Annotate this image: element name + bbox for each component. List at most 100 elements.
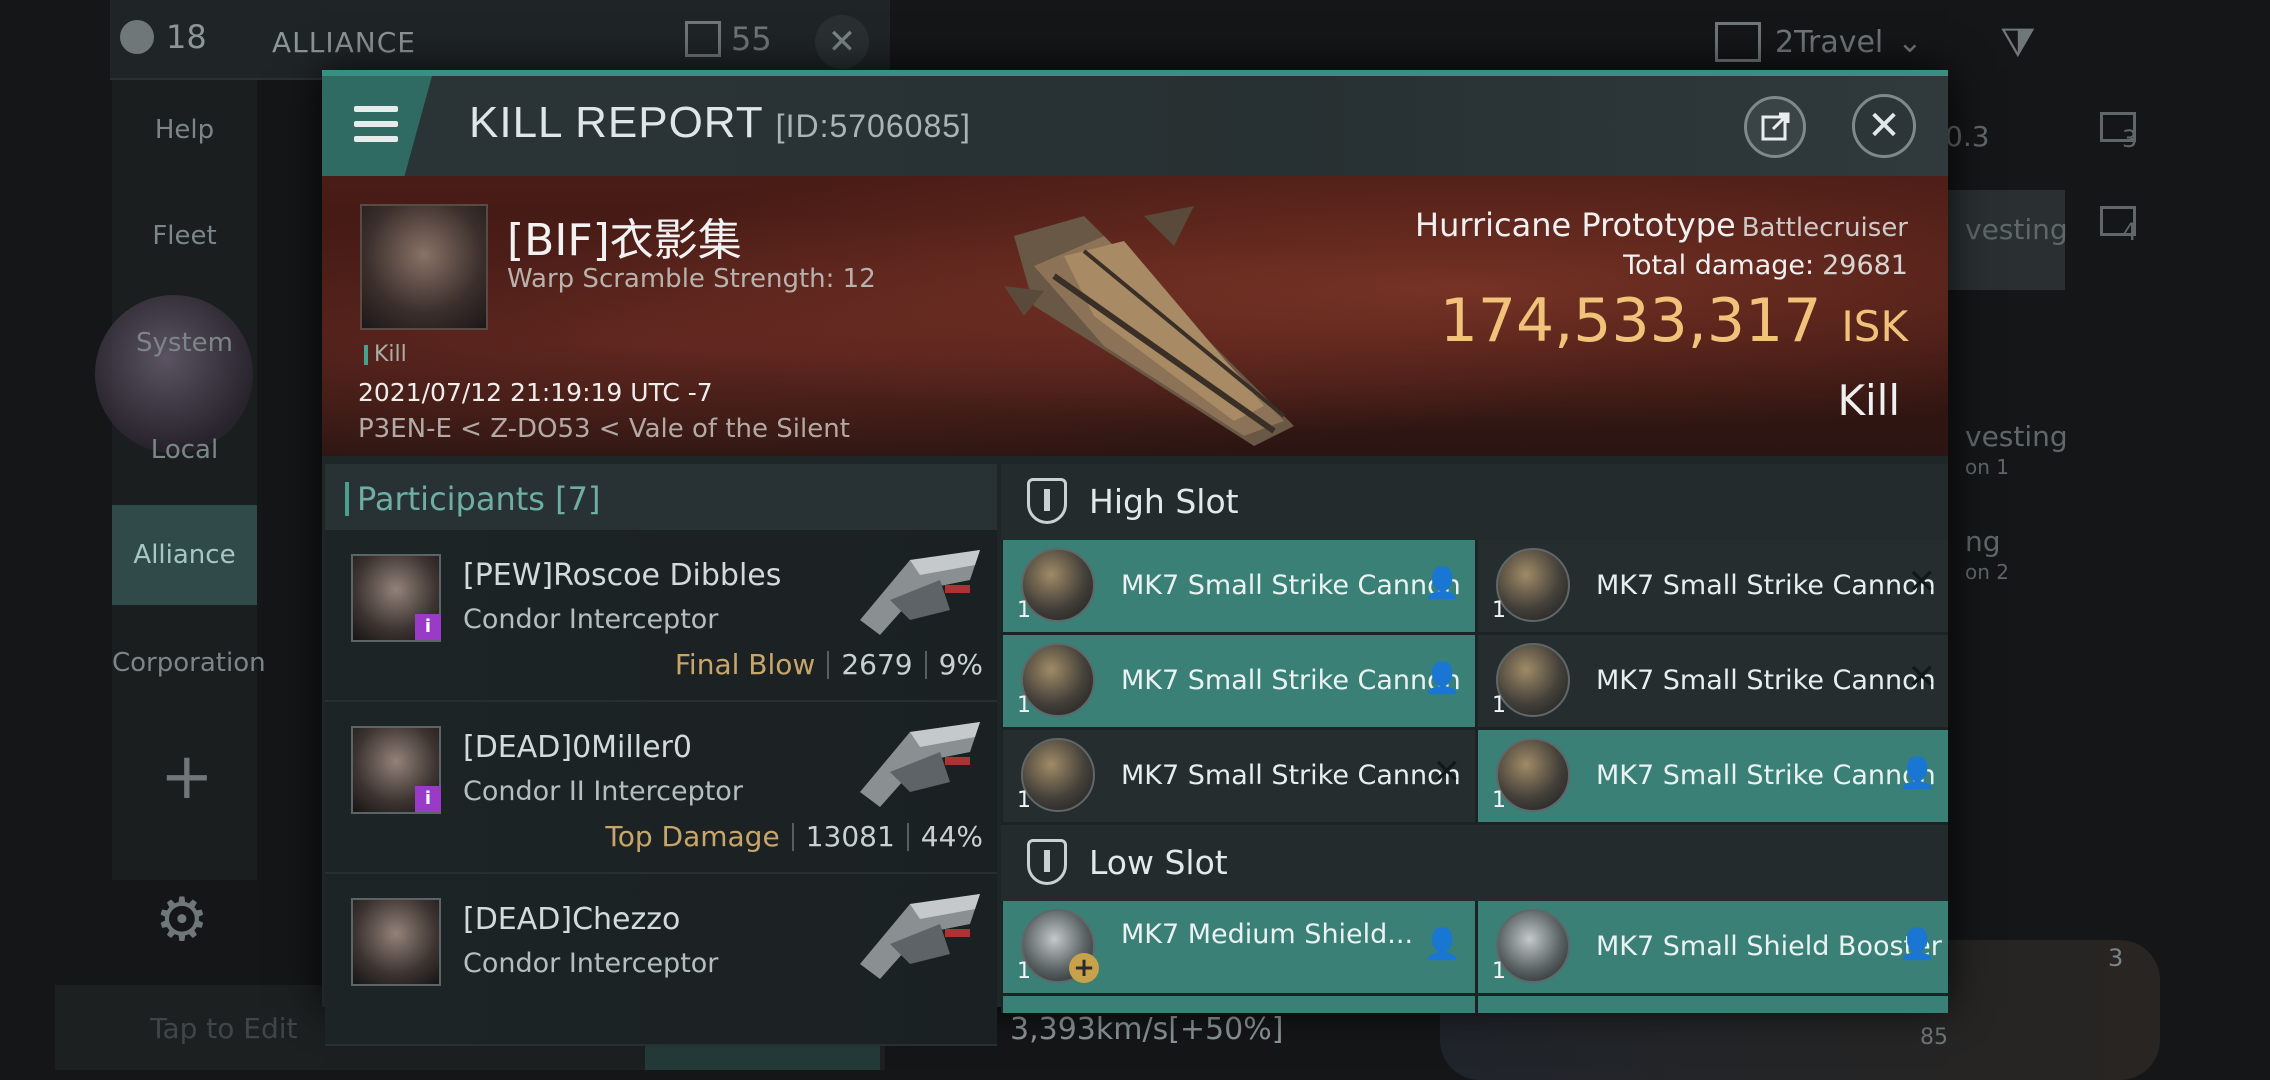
shield-booster-icon	[1496, 909, 1570, 983]
participant-damage: 13081	[805, 820, 895, 853]
right-label: vesting	[1965, 420, 2068, 453]
victim-ship-name: Hurricane Prototype	[1415, 206, 1736, 244]
participants-panel[interactable]: Participants [7] i [PEW]Roscoe Dibbles C…	[325, 464, 997, 1046]
right-label: on 2	[1965, 560, 2009, 584]
total-damage-value: 29681	[1822, 250, 1908, 281]
stats-divider	[924, 650, 927, 679]
chat-close-button[interactable]: ✕	[815, 15, 869, 69]
participant-name: [DEAD]Chezzo	[463, 902, 681, 937]
sidebar-item-fleet[interactable]: Fleet	[112, 186, 257, 286]
victim-pilot-name[interactable]: [BIF]衣影集	[507, 204, 742, 268]
high-slot-modules: 1 MK7 Small Strike Cannon 👤 1 MK7 Small …	[1001, 540, 1948, 825]
member-count[interactable]: 18	[120, 18, 207, 56]
destroyed-icon: ✕	[1432, 752, 1462, 792]
participants-title: Participants [7]	[357, 480, 601, 518]
chevron-down-icon: ⌄	[1897, 24, 1923, 60]
module-qty: 1	[1492, 959, 1506, 984]
module-qty: 1	[1017, 788, 1031, 813]
module-slot[interactable]: 1 MK7 Small Strike Cannon 👤	[1003, 635, 1475, 727]
right-label: 0.3	[1945, 120, 1990, 153]
share-button[interactable]	[1744, 96, 1806, 158]
participant-portrait[interactable]	[351, 898, 441, 986]
total-damage-label: Total damage:	[1623, 250, 1815, 281]
module-name: MK7 Medium Shield...	[1121, 919, 1414, 950]
participant-row[interactable]: [DEAD]Chezzo Condor Interceptor	[325, 874, 997, 1046]
isk-value: 174,533,317 ISK	[1440, 286, 1908, 356]
share-icon	[1761, 112, 1790, 141]
module-slot[interactable]: 1 MK7 Small Shield Booster 👤	[1478, 901, 1948, 993]
module-qty: 1	[1492, 788, 1506, 813]
menu-button[interactable]	[322, 76, 432, 176]
participants-header-bar	[345, 482, 349, 516]
participant-damage: 2679	[841, 648, 913, 681]
participant-name: [PEW]Roscoe Dibbles	[463, 558, 782, 593]
cannon-icon	[1021, 738, 1095, 812]
sidebar-item-corporation[interactable]: Corporation	[112, 613, 266, 713]
sidebar-item-alliance[interactable]: Alliance	[112, 505, 257, 605]
module-slot[interactable]: + 1 MK7 Medium Shield... 👤	[1003, 901, 1475, 993]
victim-portrait[interactable]	[360, 204, 488, 330]
isk-amount: 174,533,317	[1439, 286, 1822, 356]
module-slot[interactable]: 1 MK7 Small Strike Cannon 👤	[1478, 730, 1948, 822]
info-badge-icon: i	[415, 786, 441, 812]
cannon-icon	[1496, 738, 1570, 812]
module-slot-partial[interactable]	[1478, 996, 1948, 1013]
top-damage-tag: Top Damage	[605, 820, 780, 853]
chat-channel-title: ALLIANCE	[272, 26, 416, 59]
sidebar-item-help[interactable]: Help	[112, 80, 257, 180]
dialog-title: KILL REPORT [ID:5706085]	[469, 98, 971, 148]
stats-divider	[791, 822, 794, 851]
cannon-icon	[1496, 643, 1570, 717]
stats-divider	[906, 822, 909, 851]
gear-icon[interactable]: ⚙	[155, 885, 209, 955]
warp-scramble-strength: Warp Scramble Strength: 12	[507, 264, 876, 294]
isk-unit: ISK	[1841, 302, 1908, 351]
module-slot[interactable]: 1 MK7 Small Strike Cannon 👤	[1003, 540, 1475, 632]
participants-header: Participants [7]	[325, 464, 997, 530]
participant-percent: 44%	[920, 820, 983, 853]
filter-icon[interactable]: ⧩	[2000, 20, 2036, 66]
participant-row[interactable]: i [PEW]Roscoe Dibbles Condor Interceptor…	[325, 530, 997, 702]
victim-ship[interactable]: Hurricane Prototype Battlecruiser	[1415, 206, 1908, 244]
participant-percent: 9%	[938, 648, 983, 681]
low-slot-modules: + 1 MK7 Medium Shield... 👤 1 MK7 Small S…	[1001, 901, 1948, 1013]
close-button[interactable]: ✕	[1852, 94, 1916, 158]
module-slot[interactable]: 1 MK7 Small Strike Cannon ✕	[1003, 730, 1475, 822]
participant-row[interactable]: i [DEAD]0Miller0 Condor II Interceptor T…	[325, 702, 997, 874]
kill-tag-bar	[364, 344, 368, 365]
sidebar-item-system[interactable]: System	[112, 293, 257, 393]
participant-stats: Top Damage 13081 44%	[605, 820, 983, 853]
ship-speed: 3,393km/s[+50%]	[1010, 1012, 1284, 1047]
pilot-icon: 👤	[1898, 756, 1936, 791]
victim-banner: [BIF]衣影集 Warp Scramble Strength: 12 Kill…	[322, 176, 1948, 456]
participant-ship: Condor II Interceptor	[463, 776, 743, 807]
kill-report-dialog: KILL REPORT [ID:5706085] ✕ [BIF]衣影集 Warp …	[322, 70, 1948, 1046]
kill-result: Kill	[1837, 376, 1900, 425]
module-name: MK7 Small Strike Cannon	[1596, 665, 1936, 696]
pilot-icon: 👤	[1423, 927, 1461, 962]
module-slot-partial[interactable]	[1003, 996, 1475, 1013]
victim-ship-class: Battlecruiser	[1741, 213, 1908, 243]
info-badge-icon: i	[415, 614, 441, 640]
kill-location[interactable]: P3EN-E < Z-DO53 < Vale of the Silent	[358, 414, 850, 444]
high-slot-icon	[1027, 478, 1067, 524]
module-slot[interactable]: 1 MK7 Small Strike Cannon ✕	[1478, 635, 1948, 727]
fitting-panel[interactable]: High Slot 1 MK7 Small Strike Cannon 👤 1 …	[1001, 464, 1948, 1013]
victim-ship-render[interactable]	[994, 196, 1324, 451]
right-count: 4	[2122, 218, 2138, 246]
add-channel-icon[interactable]: +	[160, 740, 214, 814]
participant-ship-icon	[860, 894, 980, 979]
hamburger-icon	[354, 106, 398, 142]
sidebar-item-local[interactable]: Local	[112, 400, 257, 500]
plus-icon: +	[1069, 953, 1099, 983]
final-blow-tag: Final Blow	[674, 648, 816, 681]
message-count[interactable]: 55	[685, 20, 772, 58]
participant-stats: Final Blow 2679 9%	[675, 648, 983, 681]
report-id: [ID:5706085]	[775, 108, 971, 144]
stats-divider	[827, 650, 830, 679]
kill-tag: Kill	[364, 342, 407, 367]
module-qty: 1	[1492, 693, 1506, 718]
travel-mode-select[interactable]: 2Travel ⌄	[1715, 22, 1922, 62]
module-slot[interactable]: 1 MK7 Small Strike Cannon ✕	[1478, 540, 1948, 632]
high-slot-header: High Slot	[1001, 464, 1948, 540]
